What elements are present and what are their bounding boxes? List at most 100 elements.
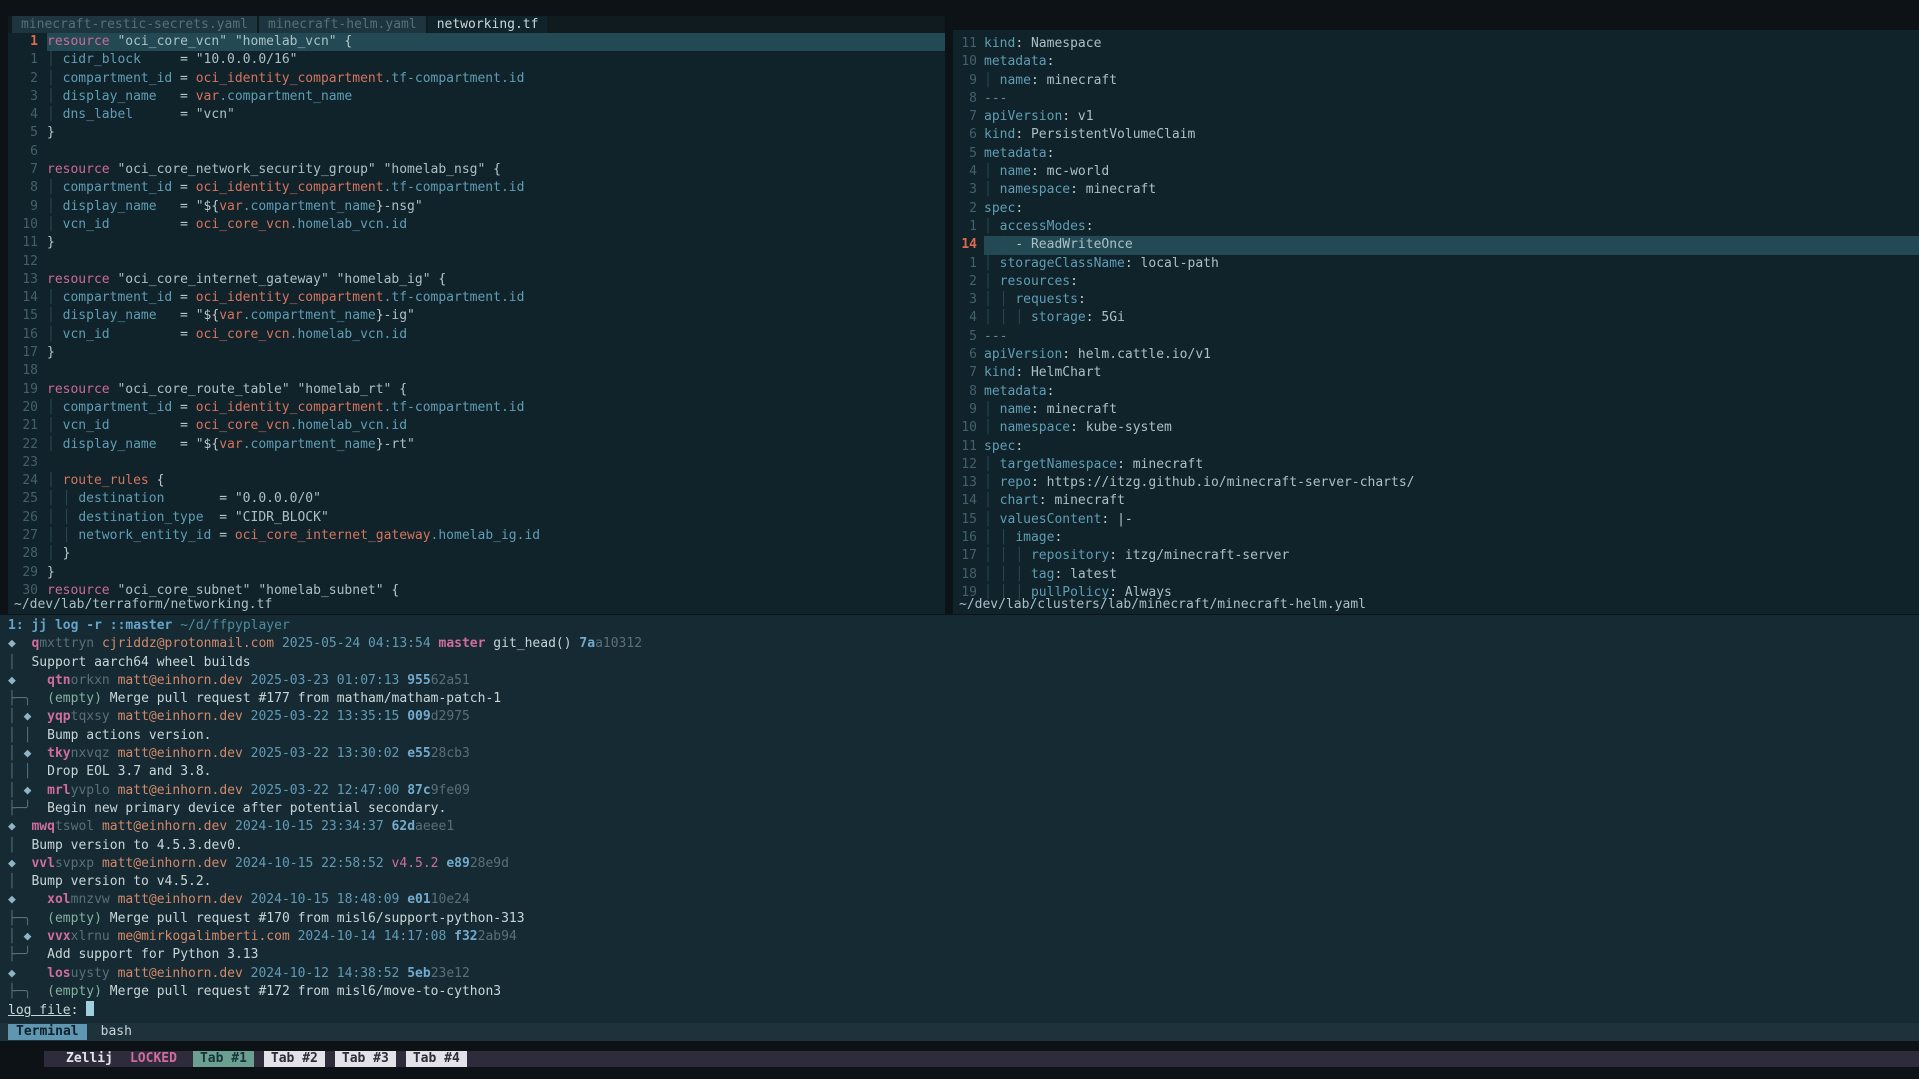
terminal-tab-active[interactable]: Terminal (8, 1024, 87, 1040)
zellij-tab-tab2[interactable]: Tab #2 (264, 1051, 325, 1067)
code-line[interactable]: 11} (8, 234, 945, 252)
code-line[interactable]: 27│ │ network_entity_id = oci_core_inter… (8, 527, 945, 545)
line-number: 25 (8, 490, 47, 508)
code-line[interactable]: 5metadata: (953, 145, 1919, 163)
code-line[interactable]: 5} (8, 124, 945, 142)
jj-log-row: ├─╯ Begin new primary device after poten… (0, 800, 1919, 818)
code-line[interactable]: 29} (8, 564, 945, 582)
code-line[interactable]: 24│ route_rules { (8, 472, 945, 490)
terminal-input-line[interactable]: log file: (0, 1001, 1919, 1019)
editor-tab-minecraft-helm.yaml[interactable]: minecraft-helm.yaml (259, 16, 426, 33)
line-number: 29 (8, 564, 47, 582)
line-number: 16 (953, 529, 984, 547)
jj-log-row: ◆ vvlsvpxp matt@einhorn.dev 2024-10-15 2… (0, 855, 1919, 873)
line-number: 6 (8, 143, 47, 161)
line-number: 4 (953, 309, 984, 327)
code-line[interactable]: 14│ chart: minecraft (953, 492, 1919, 510)
code-line[interactable]: 8│ compartment_id = oci_identity_compart… (8, 179, 945, 197)
line-number: 17 (953, 547, 984, 565)
code-line[interactable]: 15│ valuesContent: |- (953, 511, 1919, 529)
line-number: 10 (8, 216, 47, 234)
code-line[interactable]: 13│ repo: https://itzg.github.io/minecra… (953, 474, 1919, 492)
code-line[interactable]: 6kind: PersistentVolumeClaim (953, 126, 1919, 144)
code-line-cursor[interactable]: 1resource "oci_core_vcn" "homelab_vcn" { (8, 33, 945, 51)
code-line[interactable]: 25│ │ destination = "0.0.0.0/0" (8, 490, 945, 508)
code-line[interactable]: 18 (8, 362, 945, 380)
code-line[interactable]: 19resource "oci_core_route_table" "homel… (8, 381, 945, 399)
code-line[interactable]: 3│ │ requests: (953, 291, 1919, 309)
zellij-tab-tab1[interactable]: Tab #1 (193, 1051, 254, 1067)
line-number: 7 (953, 364, 984, 382)
code-line[interactable]: 8metadata: (953, 383, 1919, 401)
code-line[interactable]: 11kind: Namespace (953, 35, 1919, 53)
editor-tab-networking.tf[interactable]: networking.tf (428, 16, 548, 33)
code-line[interactable]: 12 (8, 253, 945, 271)
code-line[interactable]: 5--- (953, 328, 1919, 346)
code-line[interactable]: 4│ dns_label = "vcn" (8, 106, 945, 124)
line-number: 1 (953, 218, 984, 236)
code-line[interactable]: 8--- (953, 90, 1919, 108)
editor-pane-left: minecraft-restic-secrets.yamlminecraft-h… (8, 16, 945, 614)
zellij-tab-tab4[interactable]: Tab #4 (406, 1051, 467, 1067)
line-number: 20 (8, 399, 47, 417)
code-line[interactable]: 10metadata: (953, 53, 1919, 71)
code-line[interactable]: 4│ name: mc-world (953, 163, 1919, 181)
code-line[interactable]: 20│ compartment_id = oci_identity_compar… (8, 399, 945, 417)
code-line[interactable]: 17} (8, 344, 945, 362)
code-area-yaml[interactable]: 11kind: Namespace10metadata:9│ name: min… (953, 30, 1919, 602)
code-line[interactable]: 9│ display_name = "${var.compartment_nam… (8, 198, 945, 216)
code-line[interactable]: 16│ │ image: (953, 529, 1919, 547)
code-line[interactable]: 2spec: (953, 200, 1919, 218)
line-number: 27 (8, 527, 47, 545)
code-line-cursor[interactable]: 14│ │ - ReadWriteOnce (953, 236, 1919, 254)
editor-tab-minecraft-restic-secrets.yaml[interactable]: minecraft-restic-secrets.yaml (12, 16, 257, 33)
zellij-tab-tab3[interactable]: Tab #3 (335, 1051, 396, 1067)
code-line[interactable]: 1│ accessModes: (953, 218, 1919, 236)
zellij-tabs: Tab #1 Tab #2 Tab #3 Tab #4 (193, 1051, 477, 1067)
jj-log-row: │ │ Drop EOL 3.7 and 3.8. (0, 763, 1919, 781)
code-line[interactable]: 2│ resources: (953, 273, 1919, 291)
code-line[interactable]: 15│ display_name = "${var.compartment_na… (8, 307, 945, 325)
code-line[interactable]: 3│ namespace: minecraft (953, 181, 1919, 199)
code-line[interactable]: 6apiVersion: helm.cattle.io/v1 (953, 346, 1919, 364)
code-line[interactable]: 9│ name: minecraft (953, 401, 1919, 419)
code-line[interactable]: 16│ vcn_id = oci_core_vcn.homelab_vcn.id (8, 326, 945, 344)
code-line[interactable]: 22│ display_name = "${var.compartment_na… (8, 436, 945, 454)
code-line[interactable]: 4│ │ │ storage: 5Gi (953, 309, 1919, 327)
code-line[interactable]: 9│ name: minecraft (953, 72, 1919, 90)
code-line[interactable]: 21│ vcn_id = oci_core_vcn.homelab_vcn.id (8, 417, 945, 435)
code-line[interactable]: 1│ storageClassName: local-path (953, 255, 1919, 273)
code-line[interactable]: 3│ display_name = var.compartment_name (8, 88, 945, 106)
code-line[interactable]: 7resource "oci_core_network_security_gro… (8, 161, 945, 179)
terminal-tab-bash[interactable]: bash (101, 1023, 132, 1041)
code-area-terraform[interactable]: 1resource "oci_core_vcn" "homelab_vcn" {… (8, 33, 945, 600)
code-line[interactable]: 13resource "oci_core_internet_gateway" "… (8, 271, 945, 289)
jj-log-row: │ ◆ vvxxlrnu me@mirkogalimberti.com 2024… (0, 928, 1919, 946)
code-line[interactable]: 18│ │ │ tag: latest (953, 566, 1919, 584)
line-number: 14 (953, 236, 984, 254)
code-line[interactable]: 6 (8, 143, 945, 161)
jj-log-row: ◆ losuysty matt@einhorn.dev 2024-10-12 1… (0, 965, 1919, 983)
editor-pane-right: 11kind: Namespace10metadata:9│ name: min… (953, 30, 1919, 614)
line-number: 15 (953, 511, 984, 529)
jj-log-row: │ ◆ yqptqxsy matt@einhorn.dev 2025-03-22… (0, 708, 1919, 726)
code-line[interactable]: 28│ } (8, 545, 945, 563)
code-line[interactable]: 17│ │ │ repository: itzg/minecraft-serve… (953, 547, 1919, 565)
code-line[interactable]: 26│ │ destination_type = "CIDR_BLOCK" (8, 509, 945, 527)
code-line[interactable]: 11spec: (953, 438, 1919, 456)
code-line[interactable]: 14│ compartment_id = oci_identity_compar… (8, 289, 945, 307)
code-line[interactable]: 7kind: HelmChart (953, 364, 1919, 382)
code-line[interactable]: 23 (8, 454, 945, 472)
line-number: 26 (8, 509, 47, 527)
line-number: 5 (953, 145, 984, 163)
jj-log-row: │ Bump version to 4.5.3.dev0. (0, 837, 1919, 855)
zellij-logo: Zellij (66, 1051, 113, 1067)
line-number: 1 (953, 255, 984, 273)
code-line[interactable]: 12│ targetNamespace: minecraft (953, 456, 1919, 474)
line-number: 3 (953, 291, 984, 309)
code-line[interactable]: 7apiVersion: v1 (953, 108, 1919, 126)
code-line[interactable]: 10│ namespace: kube-system (953, 419, 1919, 437)
code-line[interactable]: 10│ vcn_id = oci_core_vcn.homelab_vcn.id (8, 216, 945, 234)
code-line[interactable]: 1│ cidr_block = "10.0.0.0/16" (8, 51, 945, 69)
code-line[interactable]: 2│ compartment_id = oci_identity_compart… (8, 70, 945, 88)
